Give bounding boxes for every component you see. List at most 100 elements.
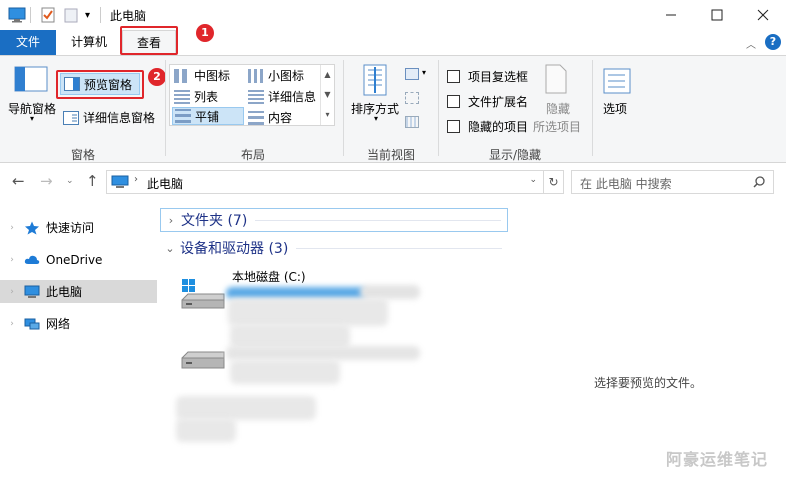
group-header-label: 设备和驱动器 (3) [180,241,289,257]
file-extensions-toggle[interactable]: 文件扩展名 [447,93,528,110]
drive-2-usage-bar-redacted [226,346,420,360]
cloud-icon [24,255,40,264]
group-expand-chevron-icon[interactable]: › [161,214,181,227]
file-extensions-checkbox[interactable] [447,95,460,108]
drive-c-space-redacted [228,298,388,326]
computer-icon [111,175,129,188]
search-icon[interactable] [753,176,765,188]
expand-chevron-icon[interactable]: › [0,255,24,265]
layout-item-label: 列表 [194,90,219,104]
layout-tiles[interactable]: 平铺 [172,107,244,125]
group-header-folders[interactable]: › 文件夹 (7) [160,208,508,232]
layout-content[interactable]: 内容 [248,109,292,126]
hidden-items-toggle[interactable]: 隐藏的项目 [447,118,528,135]
layout-details[interactable]: 详细信息 [248,88,316,105]
drive-c-tile[interactable] [180,278,226,315]
network-icon [24,318,40,329]
sidebar-item-onedrive[interactable]: › OneDrive [0,248,157,271]
nav-pane-icon[interactable] [14,66,48,95]
layout-gallery-scroll[interactable]: ▲ ▼ ▾ [320,65,334,125]
layout-item-label: 中图标 [194,69,231,83]
address-row: ← → ⌄ ↑ › 此电脑 ⌄ ↻ 在 此电脑 中搜索 [0,168,786,196]
navigation-pane: › 快速访问 › OneDrive › 此电脑 › 网络 [0,210,158,481]
item-checkboxes-toggle[interactable]: 项目复选框 [447,68,528,85]
layout-list[interactable]: 列表 [174,88,218,105]
properties-icon[interactable] [40,6,56,24]
nav-pane-dropdown-icon[interactable]: ▾ [30,114,34,123]
qa-separator [30,7,31,23]
group-separator [438,60,439,156]
options-label: 选项 [603,102,628,116]
layout-item-label: 小图标 [268,69,305,83]
close-button[interactable] [740,0,786,30]
computer-icon [24,285,40,298]
search-box[interactable]: 在 此电脑 中搜索 [571,170,774,194]
layout-medium-icons[interactable]: 中图标 [174,67,230,84]
details-pane-label: 详细信息窗格 [83,111,156,125]
group-by-icon[interactable] [405,68,419,80]
up-button[interactable]: ↑ [86,172,99,190]
expand-chevron-icon[interactable]: › [0,223,24,233]
item-checkboxes-checkbox[interactable] [447,70,460,83]
content-icon [248,110,264,125]
breadcrumb-this-pc[interactable]: 此电脑 [147,175,183,192]
search-placeholder: 在 此电脑 中搜索 [580,177,672,191]
details-pane-button[interactable]: 详细信息窗格 [63,109,155,126]
title-bar: ▾ 此电脑 [0,0,786,30]
group-separator [592,60,593,156]
sidebar-item-quick-access[interactable]: › 快速访问 [0,216,157,239]
minimize-button[interactable] [648,0,694,30]
details-pane-icon [63,110,79,125]
sidebar-item-network[interactable]: › 网络 [0,312,157,335]
content-pane: › 文件夹 (7) ⌄ 设备和驱动器 (3) 本地磁盘 (C:) [160,196,510,481]
star-icon [25,221,39,234]
recent-locations-icon[interactable]: ⌄ [66,176,74,186]
group-header-line [255,219,501,221]
computer-icon[interactable] [8,6,26,24]
expand-chevron-icon[interactable]: › [0,287,24,297]
hidden-items-checkbox[interactable] [447,120,460,133]
help-icon[interactable]: ? [765,34,781,50]
qa-dropdown-icon[interactable]: ▾ [85,6,90,24]
group-label-show-hide: 显示/隐藏 [488,148,542,162]
address-history-dropdown-icon[interactable]: ⌄ [529,175,537,185]
refresh-button[interactable]: ↻ [543,171,563,193]
layout-item-label: 详细信息 [268,90,317,104]
back-button[interactable]: ← [12,172,25,190]
sort-by-icon[interactable] [360,64,390,101]
maximize-button[interactable] [694,0,740,30]
sidebar-item-this-pc[interactable]: › 此电脑 [0,280,157,303]
sidebar-item-label: 快速访问 [46,221,95,235]
forward-button[interactable]: → [40,172,53,190]
add-columns-icon [405,92,419,104]
expand-chevron-icon[interactable]: › [0,319,24,329]
qa-separator [100,7,101,23]
drive-2-tile[interactable] [180,348,226,375]
group-collapse-chevron-icon[interactable]: ⌄ [160,242,180,255]
group-label-current-view: 当前视图 [366,148,415,162]
sort-by-dropdown-icon[interactable]: ▾ [374,114,378,123]
layout-item-label: 内容 [268,111,293,125]
options-button[interactable]: 选项 [603,100,627,117]
options-icon[interactable] [603,68,631,97]
sidebar-item-label: OneDrive [46,252,103,267]
drive-3-redacted [176,418,236,442]
annotation-badge-1: 1 [196,24,214,42]
tab-computer[interactable]: 计算机 [58,30,120,55]
window-title: 此电脑 [110,9,147,23]
size-columns-icon [405,116,419,128]
new-folder-icon[interactable] [63,6,79,24]
address-bar[interactable]: › 此电脑 ⌄ ↻ [106,170,564,194]
drive-c-name[interactable]: 本地磁盘 (C:) [232,268,306,285]
group-header-label: 文件夹 (7) [181,213,248,229]
group-header-devices[interactable]: ⌄ 设备和驱动器 (3) [160,236,508,260]
breadcrumb-separator-icon: › [134,174,138,185]
details-icon [248,89,264,104]
tiles-icon [175,109,191,123]
tab-file[interactable]: 文件 [0,30,56,55]
group-by-dropdown-icon[interactable]: ▾ [422,68,426,77]
drive-2-space-redacted [230,360,340,384]
layout-small-icons[interactable]: 小图标 [248,67,304,84]
hidden-items-label: 隐藏的项目 [468,120,529,134]
collapse-ribbon-icon[interactable]: ︿ [746,36,756,51]
